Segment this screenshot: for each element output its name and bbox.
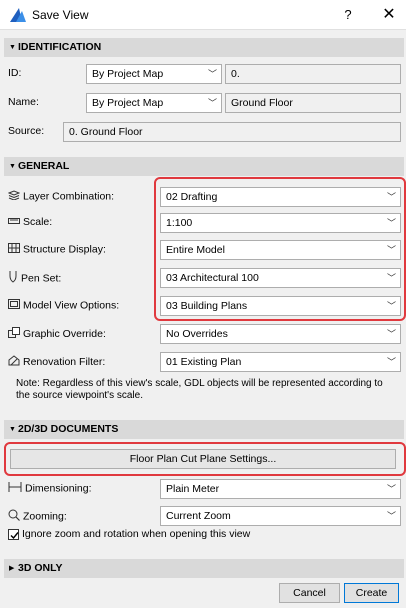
pen-set-select[interactable]: 03 Architectural 100 ﹀ [160, 268, 401, 288]
renovation-filter-label: Renovation Filter: [8, 355, 105, 369]
expand-arrow-icon: ▶ [9, 565, 15, 572]
name-value-field[interactable]: Ground Floor [225, 93, 401, 113]
section-title: 3D ONLY [18, 562, 63, 574]
layers-icon [7, 190, 21, 203]
scale-select[interactable]: 1:100 ﹀ [160, 213, 401, 233]
floor-plan-cut-plane-settings-button[interactable]: Floor Plan Cut Plane Settings... [10, 449, 396, 469]
source-value-field: 0. Ground Floor [63, 122, 401, 142]
collapse-arrow-icon: ▼ [9, 426, 16, 433]
section-title: GENERAL [18, 160, 70, 172]
dimensioning-select[interactable]: Plain Meter ﹀ [160, 479, 401, 499]
create-button[interactable]: Create [344, 583, 399, 603]
chevron-down-icon: ﹀ [386, 245, 396, 255]
pen-set-label: Pen Set: [8, 271, 61, 286]
scale-note: Note: Regardless of this view's scale, G… [16, 378, 383, 401]
structure-display-select[interactable]: Entire Model ﹀ [160, 240, 401, 260]
check-icon [10, 532, 19, 540]
dimension-icon [8, 482, 22, 495]
chevron-down-icon: ﹀ [386, 192, 396, 202]
title-bar: Save View ? ✕ [0, 0, 406, 30]
documents-section-header[interactable]: ▼ 2D/3D DOCUMENTS [4, 420, 404, 439]
chevron-down-icon: ﹀ [386, 329, 396, 339]
section-title: 2D/3D DOCUMENTS [18, 423, 119, 435]
dialog-body: ▼ IDENTIFICATION ID: By Project Map ﹀ 0. … [0, 30, 406, 608]
chevron-down-icon: ﹀ [386, 273, 396, 283]
model-view-options-label: Model View Options: [8, 299, 119, 312]
close-button[interactable]: ✕ [378, 5, 400, 25]
graphic-override-label: Graphic Override: [8, 327, 106, 341]
layer-combination-select[interactable]: 02 Drafting ﹀ [160, 187, 401, 207]
help-button[interactable]: ? [338, 5, 358, 25]
layer-combination-label: Layer Combination: [7, 190, 114, 203]
cancel-button[interactable]: Cancel [279, 583, 340, 603]
chevron-down-icon: ﹀ [386, 484, 396, 494]
zooming-select[interactable]: Current Zoom ﹀ [160, 506, 401, 526]
chevron-down-icon: ﹀ [386, 357, 396, 367]
identification-section-header[interactable]: ▼ IDENTIFICATION [4, 38, 404, 57]
graphic-override-icon [8, 327, 20, 341]
collapse-arrow-icon: ▼ [9, 44, 16, 51]
model-view-icon [8, 299, 20, 312]
pen-icon [8, 271, 18, 286]
structure-icon [8, 243, 20, 256]
chevron-down-icon: ﹀ [386, 301, 396, 311]
ignore-zoom-label[interactable]: Ignore zoom and rotation when opening th… [22, 528, 250, 540]
section-title: IDENTIFICATION [18, 41, 102, 53]
scale-label: Scale: [8, 216, 52, 228]
zooming-label: Zooming: [8, 509, 67, 524]
model-view-options-select[interactable]: 03 Building Plans ﹀ [160, 296, 401, 316]
id-value-field[interactable]: 0. [225, 64, 401, 84]
id-mode-select[interactable]: By Project Map ﹀ [86, 64, 222, 84]
ignore-zoom-checkbox[interactable] [8, 529, 19, 540]
dimensioning-label: Dimensioning: [8, 482, 92, 495]
window-title: Save View [32, 8, 89, 22]
magnifier-icon [8, 509, 20, 524]
chevron-down-icon: ﹀ [386, 218, 396, 228]
collapse-arrow-icon: ▼ [9, 163, 16, 170]
source-label: Source: [8, 125, 45, 137]
archicad-app-icon [10, 8, 26, 25]
chevron-down-icon: ﹀ [207, 98, 217, 108]
id-label: ID: [8, 67, 22, 79]
ruler-icon [8, 216, 20, 228]
name-mode-select[interactable]: By Project Map ﹀ [86, 93, 222, 113]
chevron-down-icon: ﹀ [386, 511, 396, 521]
general-section-header[interactable]: ▼ GENERAL [4, 157, 404, 176]
threed-only-section-header[interactable]: ▶ 3D ONLY [4, 559, 404, 578]
renovation-icon [8, 355, 20, 369]
name-label: Name: [8, 96, 39, 108]
graphic-override-select[interactable]: No Overrides ﹀ [160, 324, 401, 344]
chevron-down-icon: ﹀ [207, 69, 217, 79]
structure-display-label: Structure Display: [8, 243, 106, 256]
renovation-filter-select[interactable]: 01 Existing Plan ﹀ [160, 352, 401, 372]
